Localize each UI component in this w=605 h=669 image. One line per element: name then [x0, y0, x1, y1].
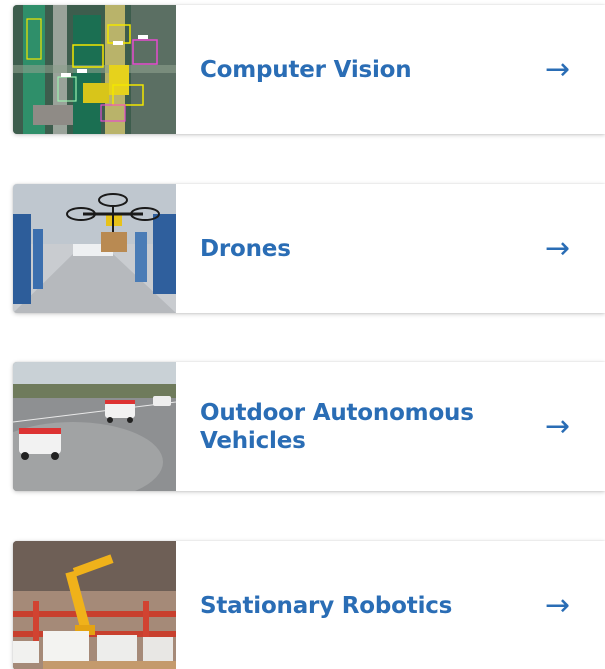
right-arrow-icon: →	[545, 52, 571, 87]
stationary-robotics-thumbnail	[13, 541, 176, 669]
drone-warehouse-photo	[13, 184, 176, 313]
drones-thumbnail	[13, 184, 176, 313]
computer-vision-thumbnail	[13, 5, 176, 134]
computer-vision-photo	[13, 5, 176, 134]
card-title: Stationary Robotics	[200, 592, 453, 619]
category-card-list: Computer Vision → Drones → Outdoor Auton…	[0, 0, 605, 669]
card-title: Outdoor Autonomous Vehicles	[200, 399, 474, 454]
card-computer-vision[interactable]: Computer Vision →	[13, 5, 605, 134]
right-arrow-icon: →	[545, 409, 571, 444]
card-drones[interactable]: Drones →	[13, 184, 605, 313]
card-stationary-robotics[interactable]: Stationary Robotics →	[13, 541, 605, 669]
card-title: Computer Vision	[200, 56, 412, 83]
card-title: Drones	[200, 235, 291, 262]
robotic-arm-warehouse-photo	[13, 541, 176, 669]
outdoor-vehicles-thumbnail	[13, 362, 176, 491]
card-outdoor-autonomous-vehicles[interactable]: Outdoor Autonomous Vehicles →	[13, 362, 605, 491]
right-arrow-icon: →	[545, 588, 571, 623]
right-arrow-icon: →	[545, 231, 571, 266]
delivery-robots-photo	[13, 362, 176, 491]
